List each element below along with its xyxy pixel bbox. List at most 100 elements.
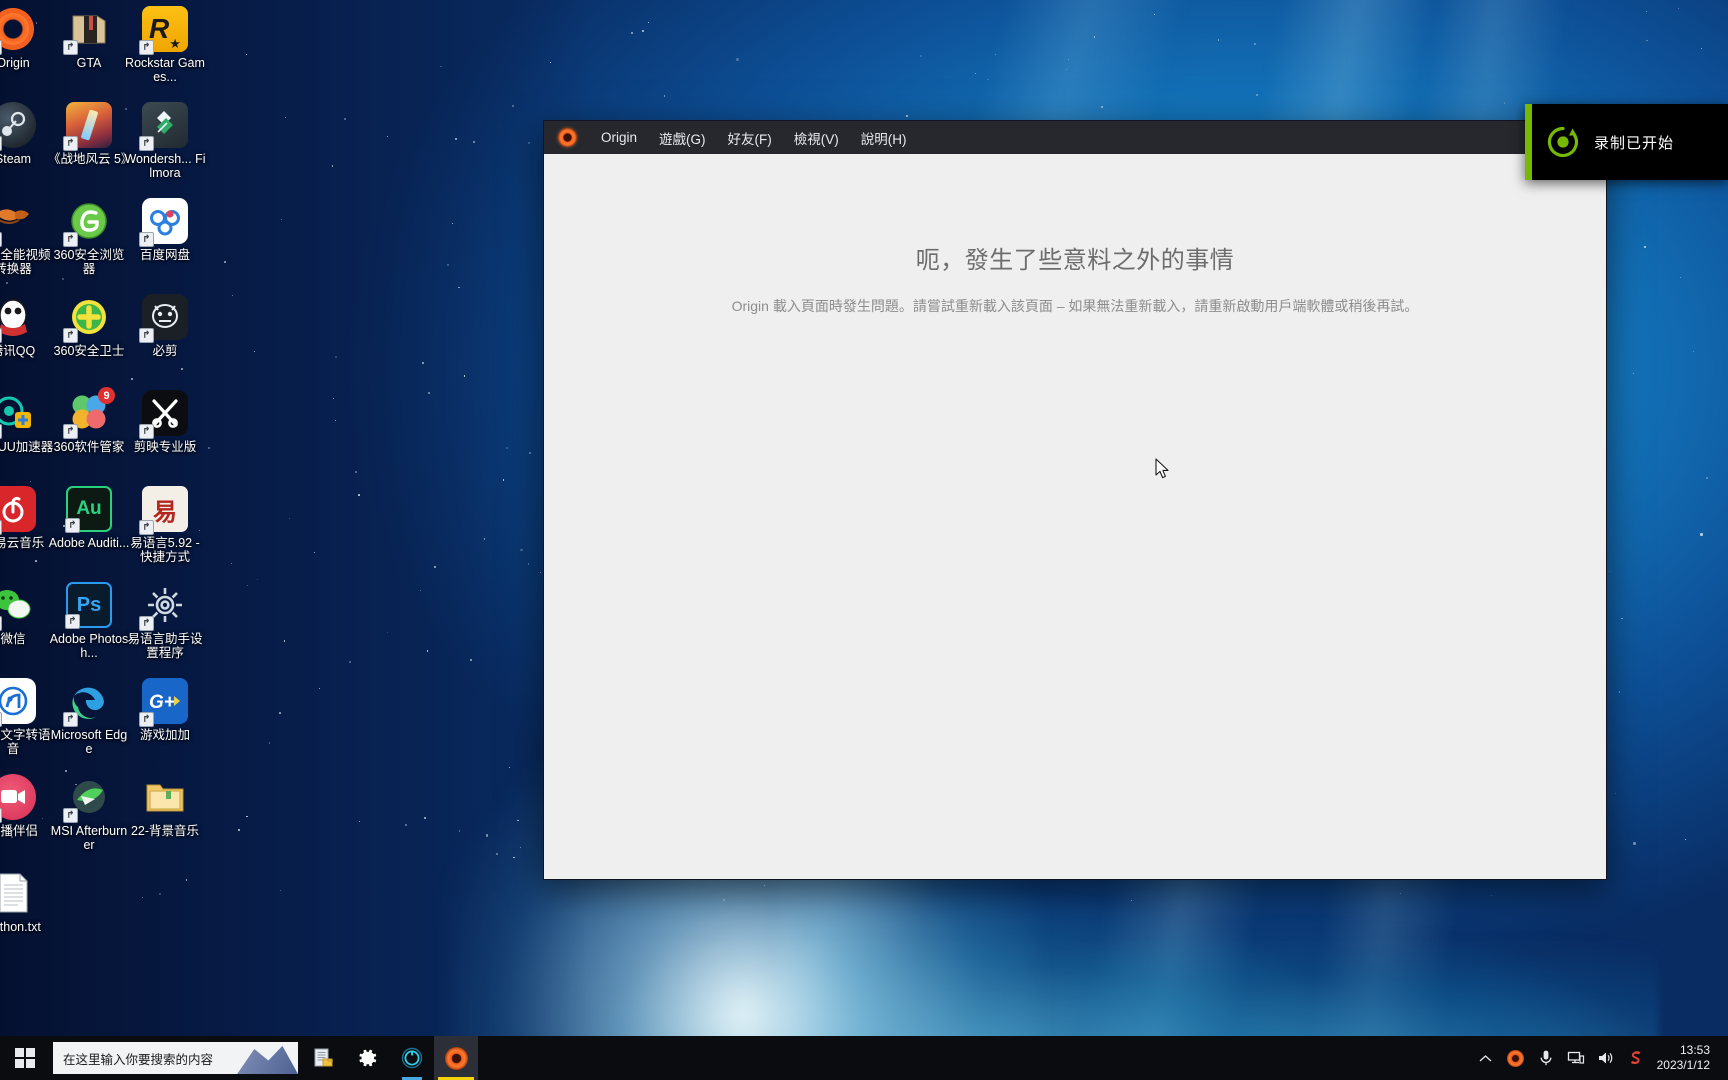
- microsoft-edge-icon: ↱: [63, 678, 112, 727]
- clock-time: 13:53: [1679, 1043, 1710, 1057]
- desktop-icon-label: Adobe Photosh...: [49, 632, 129, 660]
- tray-origin-icon[interactable]: [1501, 1036, 1531, 1080]
- text-to-speech-icon: ↱: [0, 678, 36, 727]
- battlefield-5-icon: ↱: [63, 102, 112, 151]
- system-tray: 13:53 2023/1/12: [1471, 1036, 1728, 1080]
- desktop-icon-label: 360安全浏览器: [53, 248, 125, 276]
- desktop-icon-baidu-netdisk[interactable]: ↱ 百度网盘: [124, 198, 206, 262]
- adobe-audition-icon: Au ↱: [65, 486, 112, 533]
- desktop-icon-video-converter[interactable]: ↱窝窝全能视频转换器: [0, 198, 54, 276]
- desktop-icon-live-companion[interactable]: ↱直播伴侣: [0, 774, 54, 838]
- origin-window[interactable]: Origin 遊戲(G) 好友(F) 檢視(V) 說明(H) 呃，發生了些意料之外的事情…: [543, 120, 1607, 880]
- desktop-icon-steam[interactable]: ↱Steam: [0, 102, 54, 166]
- origin-menubar: Origin 遊戲(G) 好友(F) 檢視(V) 說明(H): [590, 123, 918, 153]
- shortcut-arrow-icon: ↱: [65, 614, 80, 629]
- desktop-icon-wondershare-filmora[interactable]: ↱ Wondersh... Filmora: [124, 102, 206, 180]
- clock-date: 2023/1/12: [1656, 1058, 1710, 1072]
- desktop-icon-wechat[interactable]: ↱微信: [0, 582, 54, 646]
- desktop-icon-msi-afterburner[interactable]: ↱ MSI Afterburner: [48, 774, 130, 852]
- wechat-icon: ↱: [0, 582, 36, 631]
- folder-gta-icon: ↱: [63, 6, 112, 55]
- taskbar-app-file-explorer[interactable]: [302, 1036, 346, 1080]
- desktop-icon-game-plus[interactable]: G+ ↱ 游戏加加: [124, 678, 206, 742]
- desktop-icon-microsoft-edge[interactable]: ↱ Microsoft Edge: [48, 678, 130, 756]
- shortcut-arrow-icon: ↱: [139, 328, 154, 343]
- shortcut-arrow-icon: ↱: [0, 808, 2, 823]
- shortcut-arrow-icon: ↱: [139, 712, 154, 727]
- shortcut-arrow-icon: ↱: [63, 712, 78, 727]
- desktop-icon-origin[interactable]: ↱Origin: [0, 6, 54, 70]
- desktop-icon-label: 窝窝全能视频转换器: [0, 248, 51, 276]
- text-file-icon: [0, 870, 36, 916]
- desktop-icon-bijian[interactable]: ↱ 必剪: [124, 294, 206, 358]
- steam-icon: ↱: [0, 102, 36, 151]
- shortcut-arrow-icon: ↱: [139, 40, 154, 55]
- taskbar-clock[interactable]: 13:53 2023/1/12: [1651, 1043, 1722, 1073]
- game-plus-icon: G+ ↱: [139, 678, 188, 727]
- desktop-icon-label: MSI Afterburner: [50, 824, 128, 852]
- desktop-icon-eyuyan-helper[interactable]: ↱ 易语言助手设置程序: [124, 582, 206, 660]
- desktop-icon-label: 《战地风云 5》: [48, 152, 134, 166]
- 360-browser-icon: ↱: [63, 198, 112, 247]
- desktop-icon-label: Wondersh... Filmora: [124, 152, 206, 180]
- wondershare-filmora-icon: ↱: [139, 102, 188, 151]
- desktop-icon-adobe-audition[interactable]: Au ↱ Adobe Auditi...: [48, 486, 130, 550]
- uu-booster-icon: ↱: [0, 390, 36, 439]
- desktop-icon-tencent-qq[interactable]: ↱腾讯QQ: [0, 294, 54, 358]
- desktop-icon-360-software-manager[interactable]: 9 ↱ 360软件管家: [48, 387, 130, 454]
- origin-titlebar[interactable]: Origin 遊戲(G) 好友(F) 檢視(V) 說明(H): [544, 121, 1606, 154]
- icon-badge: 9: [98, 387, 115, 404]
- bijian-icon: ↱: [139, 294, 188, 343]
- desktop-icon-text-file[interactable]: Python.txt: [0, 870, 54, 934]
- msi-afterburner-icon: ↱: [63, 774, 112, 823]
- desktop-icon-grid: ↱Origin↱GTAR★↱Rockstar Games...↱Steam↱《战…: [0, 0, 210, 990]
- video-converter-icon: ↱: [0, 198, 36, 247]
- nvidia-recording-toast: 录制已开始: [1525, 104, 1728, 180]
- shortcut-arrow-icon: ↱: [63, 232, 78, 247]
- taskbar-app-power[interactable]: [390, 1036, 434, 1080]
- desktop-icon-360-browser[interactable]: ↱ 360安全浏览器: [48, 198, 130, 276]
- desktop-icon-text-to-speech[interactable]: ↱搭建文字转语音: [0, 678, 54, 756]
- shortcut-arrow-icon: ↱: [63, 328, 78, 343]
- shortcut-arrow-icon: ↱: [0, 712, 2, 727]
- start-button[interactable]: [0, 1036, 50, 1080]
- menu-games[interactable]: 遊戲(G): [648, 123, 717, 153]
- desktop-icon-label: 百度网盘: [139, 248, 190, 262]
- desktop-icon-label: 网易云音乐: [0, 536, 45, 550]
- error-title: 呃，發生了些意料之外的事情: [915, 247, 1235, 274]
- desktop-icon-folder[interactable]: 22-背景音乐: [124, 774, 206, 838]
- speaker-icon[interactable]: [1591, 1036, 1621, 1080]
- menu-view[interactable]: 檢視(V): [783, 123, 850, 153]
- menu-friends[interactable]: 好友(F): [717, 123, 783, 153]
- desktop-icon-jianying-pro[interactable]: ↱ 剪映专业版: [124, 390, 206, 454]
- desktop-icon-uu-booster[interactable]: ↱网易UU加速器: [0, 390, 54, 454]
- desktop-icon-netease-music[interactable]: ↱网易云音乐: [0, 486, 54, 550]
- windows-start-icon: [15, 1048, 35, 1068]
- taskbar-app-settings[interactable]: [346, 1036, 390, 1080]
- desktop-icon-eyuyan[interactable]: 易 ↱ 易语言5.92 - 快捷方式: [124, 486, 206, 564]
- desktop-icon-rockstar-games[interactable]: R ★ ↱ Rockstar Games...: [124, 6, 206, 84]
- desktop-icon-adobe-photoshop[interactable]: Ps ↱ Adobe Photosh...: [48, 582, 130, 660]
- folder-icon: [142, 774, 188, 820]
- network-icon[interactable]: [1561, 1036, 1591, 1080]
- shortcut-arrow-icon: ↱: [63, 808, 78, 823]
- menu-origin[interactable]: Origin: [590, 125, 648, 150]
- search-placeholder: 在这里输入你要搜索的内容: [63, 1052, 214, 1067]
- microphone-icon[interactable]: [1531, 1036, 1561, 1080]
- search-input[interactable]: 在这里输入你要搜索的内容: [53, 1042, 298, 1074]
- sogou-input-icon[interactable]: [1621, 1036, 1651, 1080]
- shortcut-arrow-icon: ↱: [0, 520, 2, 535]
- desktop-icon-folder-gta[interactable]: ↱ GTA: [48, 6, 130, 70]
- taskbar-app-origin[interactable]: [434, 1036, 478, 1080]
- svg-text:G+: G+: [149, 692, 175, 713]
- menu-help[interactable]: 說明(H): [850, 123, 918, 153]
- desktop-icon-label: Microsoft Edge: [50, 728, 128, 756]
- shortcut-arrow-icon: ↱: [0, 40, 2, 55]
- desktop-icon-label: 直播伴侣: [0, 824, 38, 838]
- netease-music-icon: ↱: [0, 486, 36, 535]
- desktop-icon-360-safeguard[interactable]: ↱ 360安全卫士: [48, 294, 130, 358]
- desktop-icon-battlefield-5[interactable]: ↱ 《战地风云 5》: [48, 102, 134, 166]
- chevron-up-icon[interactable]: [1471, 1036, 1501, 1080]
- shortcut-arrow-icon: ↱: [63, 424, 78, 439]
- shortcut-arrow-icon: ↱: [139, 424, 154, 439]
